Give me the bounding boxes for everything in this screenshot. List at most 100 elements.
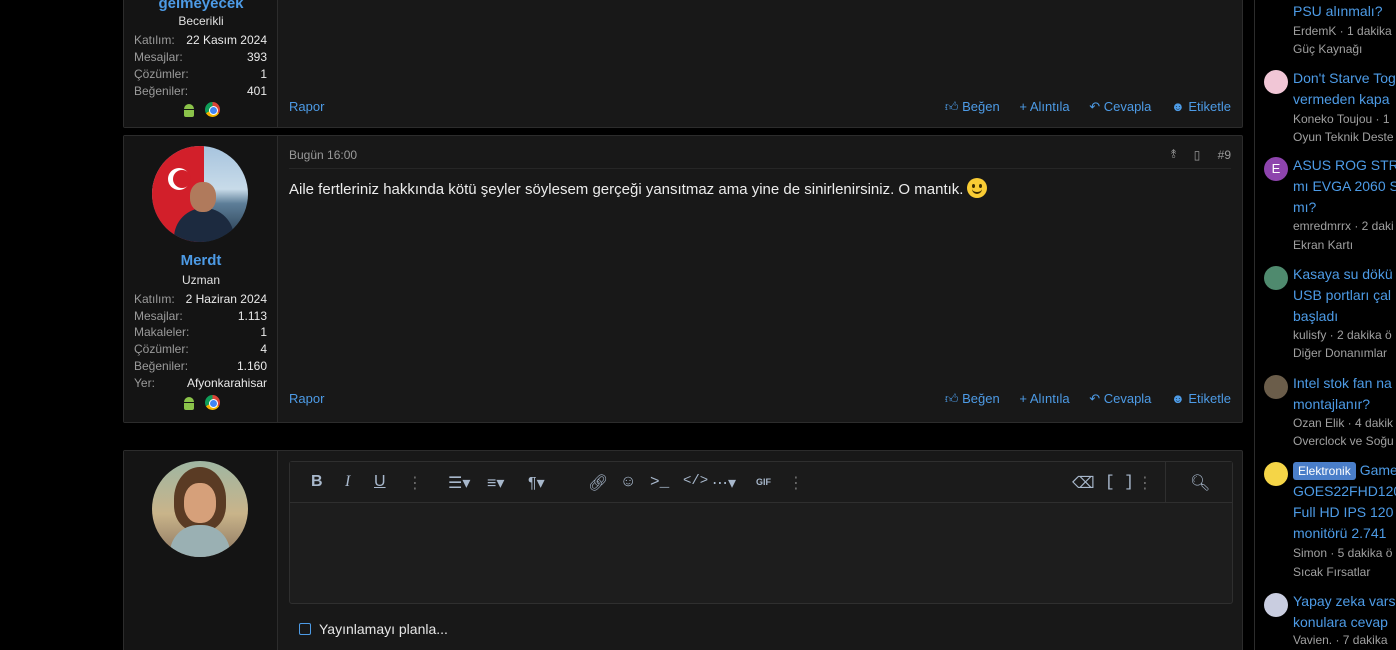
share-icon[interactable]: ⥉ (1171, 147, 1177, 162)
code-icon[interactable]: </> (683, 473, 708, 489)
thumbs-up-icon: 👍︎ (944, 391, 959, 406)
post-1-stat-solutions: Çözümler: 1 (134, 67, 267, 81)
smiley-emoji-icon (967, 178, 988, 198)
italic-icon[interactable]: I (345, 473, 350, 491)
reply-button[interactable]: ↶ Cevapla (1089, 391, 1151, 406)
like-button[interactable]: 👍︎ Beğen (945, 99, 1000, 114)
thread-forum-link[interactable]: Güç Kaynağı (1293, 42, 1362, 56)
thread-prefix-badge[interactable]: Elektronik (1293, 462, 1356, 480)
thread-title-link[interactable]: Intel stok fan na montajlanır? (1293, 373, 1396, 415)
more-icon[interactable]: ⋮ (788, 473, 804, 493)
quote-button[interactable]: + Alıntıla (1019, 391, 1069, 406)
post-2-stat-location: Yer: Afyonkarahisar (134, 376, 267, 390)
thread-title-link[interactable]: ASUS ROG STRI mı EVGA 2060 S mı? (1293, 155, 1396, 218)
list-icon[interactable]: ☰▾ (448, 473, 470, 493)
avatar-body (170, 525, 230, 557)
tag-user-button[interactable]: ☻ Etiketle (1171, 99, 1231, 114)
chrome-icon (204, 395, 220, 411)
post-2-username[interactable]: Merdt (124, 252, 278, 269)
bold-icon[interactable]: B (311, 473, 323, 491)
avatar-face (190, 182, 216, 212)
link-icon[interactable]: 🔗︎ (588, 473, 608, 493)
paragraph-icon[interactable]: ¶▾ (528, 473, 545, 493)
post-1-user-title: Becerikli (178, 14, 224, 28)
post-1-username[interactable]: gelmeyecek (124, 0, 278, 12)
user-icon: ☻ (1171, 391, 1185, 406)
reply-icon: ↶ (1089, 99, 1101, 114)
post-1: gelmeyecek Becerikli Katılım: 22 Kasım 20… (123, 0, 1243, 128)
eraser-icon[interactable]: ⌫ (1072, 473, 1095, 493)
emoji-icon[interactable]: ☺ (620, 473, 636, 491)
reply-icon: ↶ (1089, 391, 1101, 406)
thumbs-up-icon: 👍︎ (944, 99, 959, 114)
user-avatar[interactable]: E (1264, 157, 1288, 181)
post-2-device-icons (124, 394, 278, 412)
insert-more-icon[interactable]: ⋯▾ (712, 473, 736, 493)
user-avatar[interactable] (1264, 70, 1288, 94)
thread-forum-link[interactable]: Ekran Kartı (1293, 238, 1353, 252)
thread-meta: Vavien. · 7 dakika (1293, 633, 1388, 647)
post-number-link[interactable]: #9 (1218, 148, 1231, 162)
post-2-user-title: Uzman (181, 273, 220, 287)
preview-icon: 🔍︎ (1190, 475, 1211, 492)
thread-meta: ErdemK · 1 dakika (1293, 24, 1392, 38)
post-2-report-link[interactable]: Rapor (289, 391, 324, 406)
post-2-avatar[interactable] (152, 146, 248, 242)
reply-user-panel (124, 451, 278, 650)
schedule-post-checkbox[interactable]: Yayınlamayı planla... (299, 621, 448, 637)
post-1-actions: 👍︎ Beğen + Alıntıla ↶ Cevapla ☻ Etiketle (929, 99, 1231, 115)
post-1-stat-joined: Katılım: 22 Kasım 2024 (134, 33, 267, 47)
bookmark-icon[interactable]: ▯ (1194, 148, 1201, 162)
post-2-stat-articles: Makaleler: 1 (134, 325, 267, 339)
post-2-user-panel: Merdt Uzman Katılım: 2 Haziran 2024 Mesaj… (124, 136, 278, 422)
brackets-icon[interactable]: [ ] (1105, 473, 1134, 491)
android-icon (182, 103, 196, 117)
latest-threads-sidebar: PSU alınmalı? ErdemK · 1 dakika Güç Kayn… (1254, 0, 1396, 650)
post-2-body: Aile fertleriniz hakkında kötü şeyler sö… (289, 178, 988, 198)
post-2-date[interactable]: Bugün 16:00 (289, 148, 357, 162)
thread-forum-link[interactable]: Diğer Donanımlar (1293, 346, 1387, 360)
user-avatar[interactable] (1264, 266, 1288, 290)
thread-forum-link[interactable]: Overclock ve Soğu (1293, 434, 1394, 448)
post-2-stat-messages: Mesajlar: 1.113 (134, 309, 267, 323)
thread-meta: Ozan Elik · 4 dakik (1293, 416, 1394, 430)
post-1-report-link[interactable]: Rapor (289, 99, 324, 114)
reply-box: B I U ⋮ ☰▾ ≡▾ ¶▾ 🔗︎ ☺ >_ </> ⋯▾ GIF ⋮ ⌫ … (123, 450, 1243, 650)
current-user-avatar[interactable] (152, 461, 248, 557)
rich-text-editor: B I U ⋮ ☰▾ ≡▾ ¶▾ 🔗︎ ☺ >_ </> ⋯▾ GIF ⋮ ⌫ … (289, 461, 1233, 604)
android-icon (182, 396, 196, 410)
gif-icon[interactable]: GIF (756, 477, 771, 487)
avatar-face (184, 483, 216, 523)
thread-title-link[interactable]: Elektronik Game GOES22FHD120 Full HD IPS … (1293, 460, 1396, 544)
thread-forum-link[interactable]: Oyun Teknik Deste (1293, 130, 1394, 144)
thread-forum-link[interactable]: Sıcak Fırsatlar (1293, 565, 1370, 579)
post-2-stat-likes: Beğeniler: 1.160 (134, 359, 267, 373)
underline-icon[interactable]: U (374, 473, 386, 491)
preview-button[interactable]: 🔍︎ (1165, 462, 1232, 503)
thread-title-link[interactable]: Kasaya su dökü USB portları çal başladı (1293, 264, 1396, 327)
like-button[interactable]: 👍︎ Beğen (945, 391, 1000, 406)
user-icon: ☻ (1171, 99, 1185, 114)
post-1-device-icons (124, 101, 278, 119)
thread-title-link[interactable]: Yapay zeka vars konulara cevap (1293, 591, 1396, 633)
post-1-stat-likes: Beğeniler: 401 (134, 84, 267, 98)
user-avatar[interactable] (1264, 462, 1288, 486)
quote-button[interactable]: + Alıntıla (1019, 99, 1069, 114)
post-2: Merdt Uzman Katılım: 2 Haziran 2024 Mesaj… (123, 135, 1243, 423)
post-2-stat-solutions: Çözümler: 4 (134, 342, 267, 356)
align-icon[interactable]: ≡▾ (487, 473, 504, 493)
reply-button[interactable]: ↶ Cevapla (1089, 99, 1151, 114)
more-icon[interactable]: ⋮ (407, 473, 423, 493)
thread-meta: kulisfy · 2 dakika ö (1293, 328, 1392, 342)
editor-toolbar: B I U ⋮ ☰▾ ≡▾ ¶▾ 🔗︎ ☺ >_ </> ⋯▾ GIF ⋮ ⌫ … (290, 462, 1232, 503)
user-avatar[interactable] (1264, 375, 1288, 399)
thread-title-link[interactable]: Don't Starve Tog vermeden kapa (1293, 68, 1396, 110)
thread-title-link[interactable]: PSU alınmalı? (1293, 1, 1396, 22)
post-1-user-panel: gelmeyecek Becerikli Katılım: 22 Kasım 20… (124, 0, 278, 127)
user-avatar[interactable] (1264, 593, 1288, 617)
terminal-icon[interactable]: >_ (650, 473, 669, 491)
post-1-stat-messages: Mesajlar: 393 (134, 50, 267, 64)
tag-user-button[interactable]: ☻ Etiketle (1171, 391, 1231, 406)
thread-meta: Koneko Toujou · 1 (1293, 112, 1390, 126)
more-icon[interactable]: ⋮ (1137, 473, 1153, 493)
